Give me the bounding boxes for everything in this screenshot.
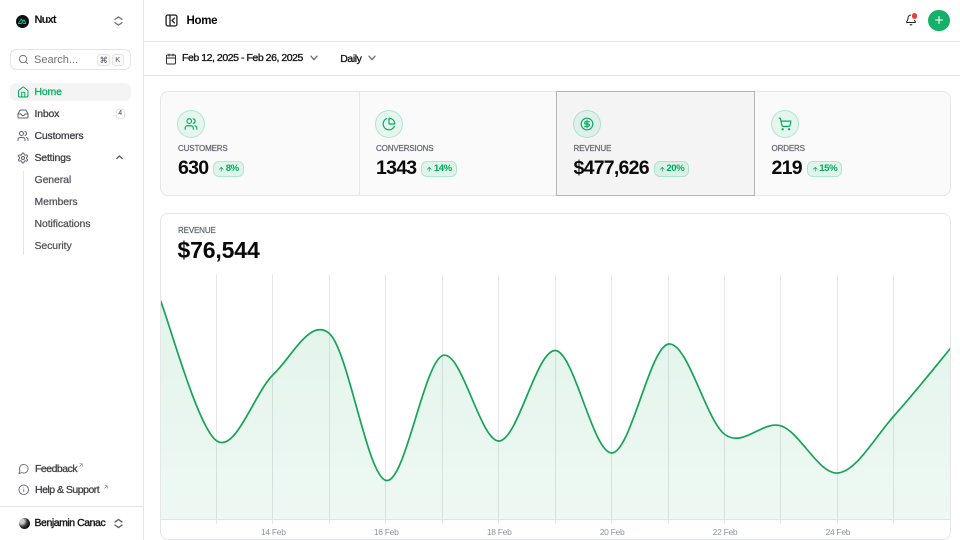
svg-text:24 Feb: 24 Feb: [826, 527, 851, 537]
svg-text:18 Feb: 18 Feb: [487, 527, 512, 537]
svg-text:22 Feb: 22 Feb: [713, 527, 738, 537]
svg-text:16 Feb: 16 Feb: [374, 527, 399, 537]
svg-text:14 Feb: 14 Feb: [261, 527, 286, 537]
svg-text:20 Feb: 20 Feb: [600, 527, 625, 537]
